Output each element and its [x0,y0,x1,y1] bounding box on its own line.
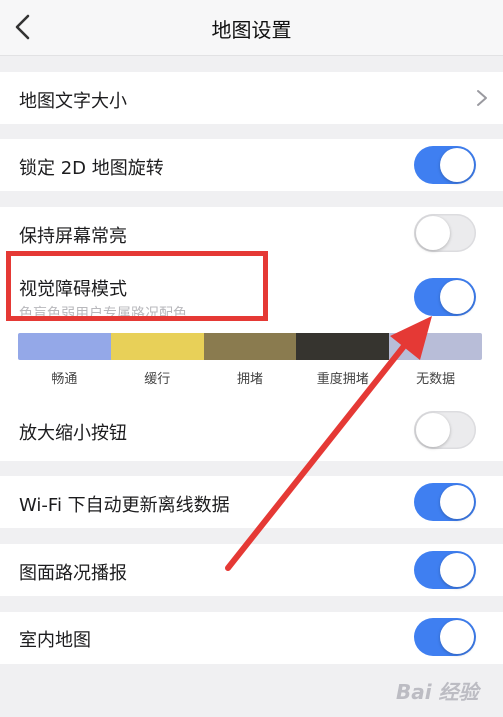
toggle-knob [440,485,474,519]
toggle-color-blind-mode[interactable] [414,278,476,316]
settings-group-broadcast: 图面路况播报 [0,544,503,596]
setting-label-keep-screen-on: 保持屏幕常亮 [19,226,127,247]
setting-row-wifi-offline-update: Wi-Fi 下自动更新离线数据 [0,476,503,528]
legend-swatch-congested [203,333,297,360]
legend-label: 畅通 [51,372,78,387]
setting-row-text-size[interactable]: 地图文字大小 [0,72,503,124]
toggle-knob [440,148,474,182]
toggle-indoor-map[interactable] [414,618,476,656]
toggle-traffic-broadcast[interactable] [414,551,476,589]
settings-group-rotation: 锁定 2D 地图旋转 [0,139,503,191]
navigation-bar: 地图设置 [0,0,503,56]
setting-label-wifi-offline-update: Wi-Fi 下自动更新离线数据 [19,495,230,516]
legend-label: 缓行 [144,372,171,387]
legend-swatch-no-data [389,333,482,360]
watermark-logo: Bai 经验 [396,668,496,708]
toggle-knob [440,553,474,587]
toggle-lock-2d-rotation[interactable] [414,146,476,184]
legend-label: 无数据 [416,372,456,387]
traffic-legend-labels: 畅通 缓行 拥堵 重度拥堵 无数据 [18,368,482,388]
setting-label-traffic-broadcast: 图面路况播报 [19,563,127,584]
page-title: 地图设置 [211,18,292,42]
setting-row-traffic-broadcast: 图面路况播报 [0,544,503,596]
legend-swatch-severe [296,333,390,360]
toggle-knob [440,280,474,314]
setting-label-zoom-buttons: 放大缩小按钮 [19,423,127,444]
chevron-right-icon [477,90,487,106]
legend-swatch-smooth [18,333,111,360]
legend-label: 重度拥堵 [316,372,369,387]
toggle-knob [440,620,474,654]
toggle-zoom-buttons[interactable] [414,411,476,449]
toggle-knob [416,413,450,447]
annotation-highlight-box [6,251,268,321]
watermark-text: Bai 经验 [396,680,479,704]
legend-label: 拥堵 [236,372,263,387]
settings-group-text-size: 地图文字大小 [0,72,503,124]
toggle-wifi-offline-update[interactable] [414,483,476,521]
legend-swatch-slow [110,333,204,360]
setting-label-lock-2d-rotation: 锁定 2D 地图旋转 [19,158,164,179]
settings-group-offline: Wi-Fi 下自动更新离线数据 [0,476,503,528]
toggle-knob [416,216,450,250]
setting-label-text-size: 地图文字大小 [19,91,127,112]
setting-row-indoor-map: 室内地图 [0,612,503,664]
setting-label-indoor-map: 室内地图 [19,630,91,651]
settings-group-indoor: 室内地图 [0,612,503,664]
traffic-legend-bar [18,333,482,360]
toggle-keep-screen-on[interactable] [414,214,476,252]
setting-row-zoom-buttons: 放大缩小按钮 [0,401,503,461]
setting-row-lock-2d-rotation: 锁定 2D 地图旋转 [0,139,503,191]
